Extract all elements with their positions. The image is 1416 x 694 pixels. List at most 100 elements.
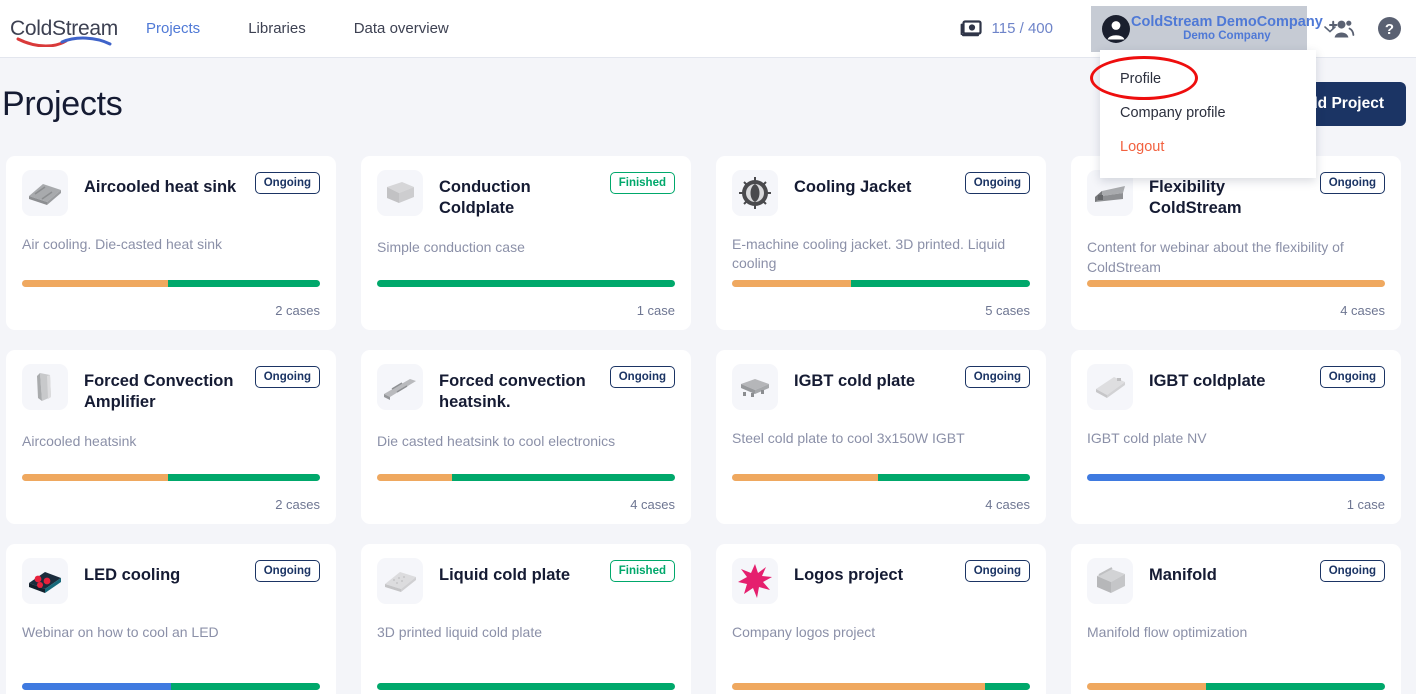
brand-swoosh-icon	[16, 36, 112, 47]
project-description: Air cooling. Die-casted heat sink	[22, 236, 222, 252]
project-card-footer	[732, 683, 1030, 694]
status-badge[interactable]: Ongoing	[1319, 366, 1385, 388]
dropdown-item-profile[interactable]: Profile	[1100, 62, 1316, 96]
progress-bar	[377, 280, 675, 287]
page-title: Projects	[2, 84, 123, 123]
project-title: Liquid cold plate	[439, 566, 571, 584]
nav-link-libraries[interactable]: Libraries	[248, 14, 306, 43]
project-description: Aircooled heatsink	[22, 433, 137, 450]
project-card-header: Forced convection heatsink. Ongoing	[377, 364, 675, 413]
progress-segment	[377, 683, 675, 690]
project-card-header: Forced Convection Amplifier Ongoing	[22, 364, 320, 413]
project-card[interactable]: Forced Convection Amplifier Ongoing Aircoo…	[6, 350, 336, 524]
progress-segment	[1087, 683, 1207, 690]
nav-link-projects[interactable]: Projects	[146, 14, 200, 43]
project-card-header: Cooling Jacket Ongoing	[732, 170, 1030, 216]
project-title: Logos project	[794, 566, 904, 584]
status-badge[interactable]: Ongoing	[1319, 172, 1385, 194]
project-card-footer	[1087, 683, 1385, 694]
project-card-footer	[22, 683, 320, 694]
user-menu-company: Demo Company	[1183, 30, 1271, 43]
user-menu-button[interactable]: ColdStream DemoCompany Demo Company	[1091, 5, 1336, 52]
project-card[interactable]: Flexibility ColdStream Ongoing Content for…	[1071, 156, 1401, 330]
progress-segment	[1206, 683, 1385, 690]
main-nav-links: Projects Libraries Data overview	[146, 14, 497, 43]
project-card[interactable]: Logos project Ongoing Company logos projec…	[716, 544, 1046, 694]
status-badge[interactable]: Ongoing	[254, 366, 320, 388]
project-title: Cooling Jacket	[794, 178, 912, 196]
project-case-count: 1 case	[1346, 497, 1385, 512]
progress-segment	[377, 280, 675, 287]
project-card-footer	[377, 683, 675, 694]
chevron-down-icon	[1323, 25, 1337, 33]
banknote-icon	[960, 20, 982, 37]
progress-segment	[451, 474, 675, 481]
help-circle-icon: ?	[1378, 17, 1401, 40]
project-case-count: 4 cases	[630, 497, 675, 512]
help-button[interactable]: ?	[1377, 16, 1402, 41]
project-card-footer: 4 cases	[377, 474, 675, 512]
progress-segment	[985, 683, 1030, 690]
top-bar-right-group: 115 / 400 ColdStream DemoCompany Demo Co…	[960, 0, 1416, 58]
project-card[interactable]: Manifold Ongoing Manifold flow optimizatio…	[1071, 544, 1401, 694]
project-card[interactable]: Cooling Jacket Ongoing E-machine cooling j…	[716, 156, 1046, 330]
project-card[interactable]: IGBT cold plate Ongoing Steel cold plate t…	[716, 350, 1046, 524]
amplifier-fin-icon	[22, 364, 68, 410]
project-card[interactable]: LED cooling Ongoing Webinar on how to cool…	[6, 544, 336, 694]
project-card[interactable]: Aircooled heat sink Ongoing Air cooling. D…	[6, 156, 336, 330]
dropdown-item-company-profile[interactable]: Company profile	[1100, 96, 1316, 130]
progress-bar	[1087, 683, 1385, 690]
project-title: IGBT coldplate	[1149, 372, 1266, 390]
progress-segment	[22, 474, 169, 481]
project-description: Simple conduction case	[377, 239, 525, 256]
progress-bar	[732, 474, 1030, 481]
project-card-header: IGBT cold plate Ongoing	[732, 364, 1030, 410]
progress-bar	[22, 683, 320, 690]
project-title: IGBT cold plate	[794, 372, 916, 390]
status-badge[interactable]: Finished	[609, 172, 675, 194]
project-description: Content for webinar about the flexibilit…	[1087, 239, 1344, 275]
project-title: Conduction Coldplate	[439, 178, 531, 218]
nav-link-data-overview[interactable]: Data overview	[354, 14, 449, 43]
progress-segment	[22, 683, 171, 690]
brand-logo[interactable]: ColdStream	[8, 9, 120, 49]
coldplate-block-icon	[377, 170, 423, 216]
status-badge[interactable]: Ongoing	[964, 172, 1030, 194]
progress-segment	[732, 683, 986, 690]
user-menu-name: ColdStream DemoCompany	[1131, 13, 1323, 30]
status-badge[interactable]: Ongoing	[1319, 560, 1385, 582]
avatar-icon	[1101, 14, 1131, 44]
project-card[interactable]: IGBT coldplate Ongoing IGBT cold plate NV 1…	[1071, 350, 1401, 524]
project-case-count: 5 cases	[985, 303, 1030, 318]
project-card[interactable]: Forced convection heatsink. Ongoing Die ca…	[361, 350, 691, 524]
progress-bar	[22, 280, 320, 287]
project-card-footer: 4 cases	[732, 474, 1030, 512]
project-description: Die casted heatsink to cool electronics	[377, 433, 616, 450]
progress-bar	[22, 474, 320, 481]
project-card[interactable]: Liquid cold plate Finished 3D printed liqu…	[361, 544, 691, 694]
project-card-footer: 1 case	[377, 280, 675, 318]
status-badge[interactable]: Ongoing	[254, 172, 320, 194]
status-badge[interactable]: Ongoing	[964, 366, 1030, 388]
heatsink-plate-icon	[22, 170, 68, 216]
dropdown-item-logout[interactable]: Logout	[1100, 130, 1316, 164]
status-badge[interactable]: Ongoing	[964, 560, 1030, 582]
project-card[interactable]: Conduction Coldplate Finished Simple condu…	[361, 156, 691, 330]
status-badge[interactable]: Finished	[609, 560, 675, 582]
status-badge[interactable]: Ongoing	[609, 366, 675, 388]
project-description: Company logos project	[732, 624, 876, 640]
project-card-footer: 2 cases	[22, 474, 320, 512]
status-badge[interactable]: Ongoing	[254, 560, 320, 582]
project-card-header: Conduction Coldplate Finished	[377, 170, 675, 219]
credits-count: 115 / 400	[991, 20, 1053, 37]
project-card-footer: 1 case	[1087, 474, 1385, 512]
project-title: Forced convection heatsink.	[439, 372, 586, 412]
project-card-header: Logos project Ongoing	[732, 558, 1030, 604]
flat-plate-icon	[1087, 364, 1133, 410]
credits-indicator[interactable]: 115 / 400	[960, 20, 1053, 37]
project-card-footer: 4 cases	[1087, 280, 1385, 318]
user-dropdown-menu: Profile Company profile Logout	[1100, 50, 1316, 178]
project-card-header: Aircooled heat sink Ongoing	[22, 170, 320, 216]
progress-segment	[171, 683, 320, 690]
project-card-header: LED cooling Ongoing	[22, 558, 320, 604]
